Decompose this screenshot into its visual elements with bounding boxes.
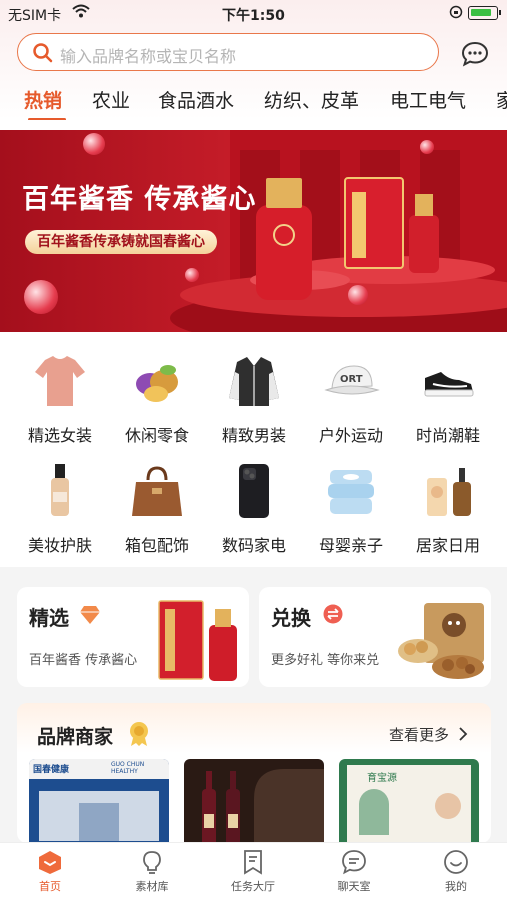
category-outdoor-sports[interactable]: ORT 户外运动 bbox=[306, 352, 396, 446]
category-fashion-shoes[interactable]: 时尚潮鞋 bbox=[403, 352, 493, 446]
brand-card-name: 国春健康 bbox=[33, 765, 70, 775]
tab-chat-room[interactable]: 聊天室 bbox=[314, 849, 394, 894]
category-womens-clothing[interactable]: 精选女装 bbox=[15, 352, 105, 446]
category-label: 数码家电 bbox=[221, 536, 286, 555]
wine-bottles-image bbox=[202, 769, 324, 843]
liquor-product-image bbox=[158, 600, 237, 681]
promo-card-featured[interactable]: 精选 百年酱香 传承酱心 bbox=[17, 587, 249, 687]
tab-hot[interactable]: 热销 bbox=[24, 86, 62, 113]
promo-subtitle: 百年酱香 传承酱心 bbox=[29, 653, 138, 668]
home-icon bbox=[39, 851, 61, 874]
category-mother-baby[interactable]: 母婴亲子 bbox=[306, 462, 396, 556]
brand-card-en: GUO CHUN HEALTHY bbox=[111, 761, 145, 775]
promo-title: 兑换 bbox=[271, 606, 311, 630]
chat-bubble-icon bbox=[342, 850, 366, 875]
tab-materials[interactable]: 素材库 bbox=[112, 849, 192, 894]
category-label: 居家日用 bbox=[415, 536, 480, 555]
bottom-tab-bar: 首页 素材库 任务大厅 聊天室 我的 bbox=[0, 842, 507, 900]
category-label: 母婴亲子 bbox=[318, 536, 383, 555]
sneaker-icon bbox=[419, 352, 477, 410]
cap-icon: ORT bbox=[322, 352, 380, 410]
search-input[interactable]: 输入品牌名称或宝贝名称 bbox=[60, 43, 236, 67]
battery-icon bbox=[468, 6, 501, 20]
nuts-product-image bbox=[398, 603, 484, 679]
category-snacks[interactable]: 休闲零食 bbox=[112, 352, 202, 446]
brand-card-text: 育宝源 bbox=[367, 773, 397, 784]
search-bar[interactable]: 输入品牌名称或宝贝名称 bbox=[17, 33, 439, 71]
tab-agriculture[interactable]: 农业 bbox=[92, 86, 130, 113]
see-more-link[interactable]: 查看更多 bbox=[389, 724, 468, 745]
exchange-icon bbox=[323, 604, 343, 628]
brand-card-guochun[interactable]: 国春健康 GUO CHUN HEALTHY bbox=[29, 759, 169, 843]
active-tab-indicator bbox=[28, 118, 66, 120]
wipes-icon bbox=[322, 462, 380, 520]
brand-card-wine[interactable] bbox=[184, 759, 324, 843]
svg-text:ORT: ORT bbox=[340, 374, 363, 385]
tshirt-icon bbox=[31, 352, 89, 410]
task-list-icon bbox=[244, 850, 262, 875]
handbag-icon bbox=[128, 462, 186, 520]
brand-merchants-section: 品牌商家 查看更多 国春健康 GUO CHUN HEALTHY 育宝源 bbox=[17, 703, 491, 843]
rotation-lock-icon bbox=[449, 5, 463, 23]
tab-food-drinks[interactable]: 食品酒水 bbox=[158, 86, 234, 113]
hero-banner[interactable]: 百年酱香 传承酱心 百年酱香传承铸就国春酱心 bbox=[0, 130, 507, 332]
category-home-daily[interactable]: 居家日用 bbox=[403, 462, 493, 556]
brand-card-yubaoyuan[interactable]: 育宝源 bbox=[339, 759, 479, 843]
category-label: 美妆护肤 bbox=[27, 536, 92, 555]
decor-ball bbox=[24, 280, 58, 314]
chevron-right-icon bbox=[459, 727, 468, 741]
medal-icon bbox=[127, 721, 151, 751]
lightbulb-icon bbox=[143, 851, 161, 874]
message-icon[interactable] bbox=[461, 41, 489, 71]
category-bags-accessories[interactable]: 箱包配饰 bbox=[112, 462, 202, 556]
tab-label: 我的 bbox=[445, 880, 467, 893]
category-label: 户外运动 bbox=[318, 426, 383, 445]
diamond-icon bbox=[79, 605, 101, 629]
bottles-icon bbox=[419, 462, 477, 520]
promo-subtitle: 更多好礼 等你来兑 bbox=[271, 653, 380, 668]
see-more-label: 查看更多 bbox=[389, 726, 450, 744]
decor-ball bbox=[185, 268, 199, 282]
category-digital-appliances[interactable]: 数码家电 bbox=[209, 462, 299, 556]
promo-card-exchange[interactable]: 兑换 更多好礼 等你来兑 bbox=[259, 587, 491, 687]
cosmetics-icon bbox=[31, 462, 89, 520]
phone-icon bbox=[225, 462, 283, 520]
clock: 下午1:50 bbox=[222, 8, 285, 24]
tab-home[interactable]: 首页 bbox=[10, 849, 90, 894]
category-grid: 精选女装 休闲零食 精致男装 ORT 户外运动 时尚潮鞋 美妆护肤 箱包配饰 数… bbox=[0, 332, 507, 567]
banner-title: 百年酱香 传承酱心 bbox=[22, 184, 257, 215]
promo-title: 精选 bbox=[29, 606, 69, 630]
snack-icon bbox=[128, 352, 186, 410]
wifi-icon bbox=[72, 4, 90, 22]
decor-ball bbox=[420, 140, 434, 154]
tab-task-hall[interactable]: 任务大厅 bbox=[213, 849, 293, 894]
tab-label: 聊天室 bbox=[337, 880, 371, 893]
category-label: 箱包配饰 bbox=[124, 536, 189, 555]
smiley-icon bbox=[444, 850, 468, 874]
category-label: 精选女装 bbox=[27, 426, 92, 445]
category-label: 精致男装 bbox=[221, 426, 286, 445]
banner-subtitle: 百年酱香传承铸就国春酱心 bbox=[25, 230, 217, 254]
tab-label: 素材库 bbox=[135, 880, 169, 893]
decor-ball bbox=[83, 133, 105, 155]
category-beauty-skincare[interactable]: 美妆护肤 bbox=[15, 462, 105, 556]
tab-textile-leather[interactable]: 纺织、皮革 bbox=[264, 86, 359, 113]
category-tabs: 热销 农业 食品酒水 纺织、皮革 电工电气 家 bbox=[0, 84, 507, 120]
section-title: 品牌商家 bbox=[37, 726, 114, 748]
category-label: 时尚潮鞋 bbox=[415, 426, 480, 445]
jacket-icon bbox=[225, 352, 283, 410]
status-bar: 无SIM卡 下午1:50 bbox=[0, 0, 507, 28]
search-icon bbox=[32, 42, 54, 68]
tab-home[interactable]: 家 bbox=[496, 86, 507, 113]
category-label: 休闲零食 bbox=[124, 426, 189, 445]
category-mens-clothing[interactable]: 精致男装 bbox=[209, 352, 299, 446]
tab-label: 首页 bbox=[39, 880, 61, 893]
tab-label: 任务大厅 bbox=[231, 880, 275, 893]
tab-profile[interactable]: 我的 bbox=[416, 849, 496, 894]
carrier-label: 无SIM卡 bbox=[8, 8, 62, 24]
decor-ball bbox=[348, 285, 368, 305]
tab-electrical[interactable]: 电工电气 bbox=[390, 86, 466, 113]
